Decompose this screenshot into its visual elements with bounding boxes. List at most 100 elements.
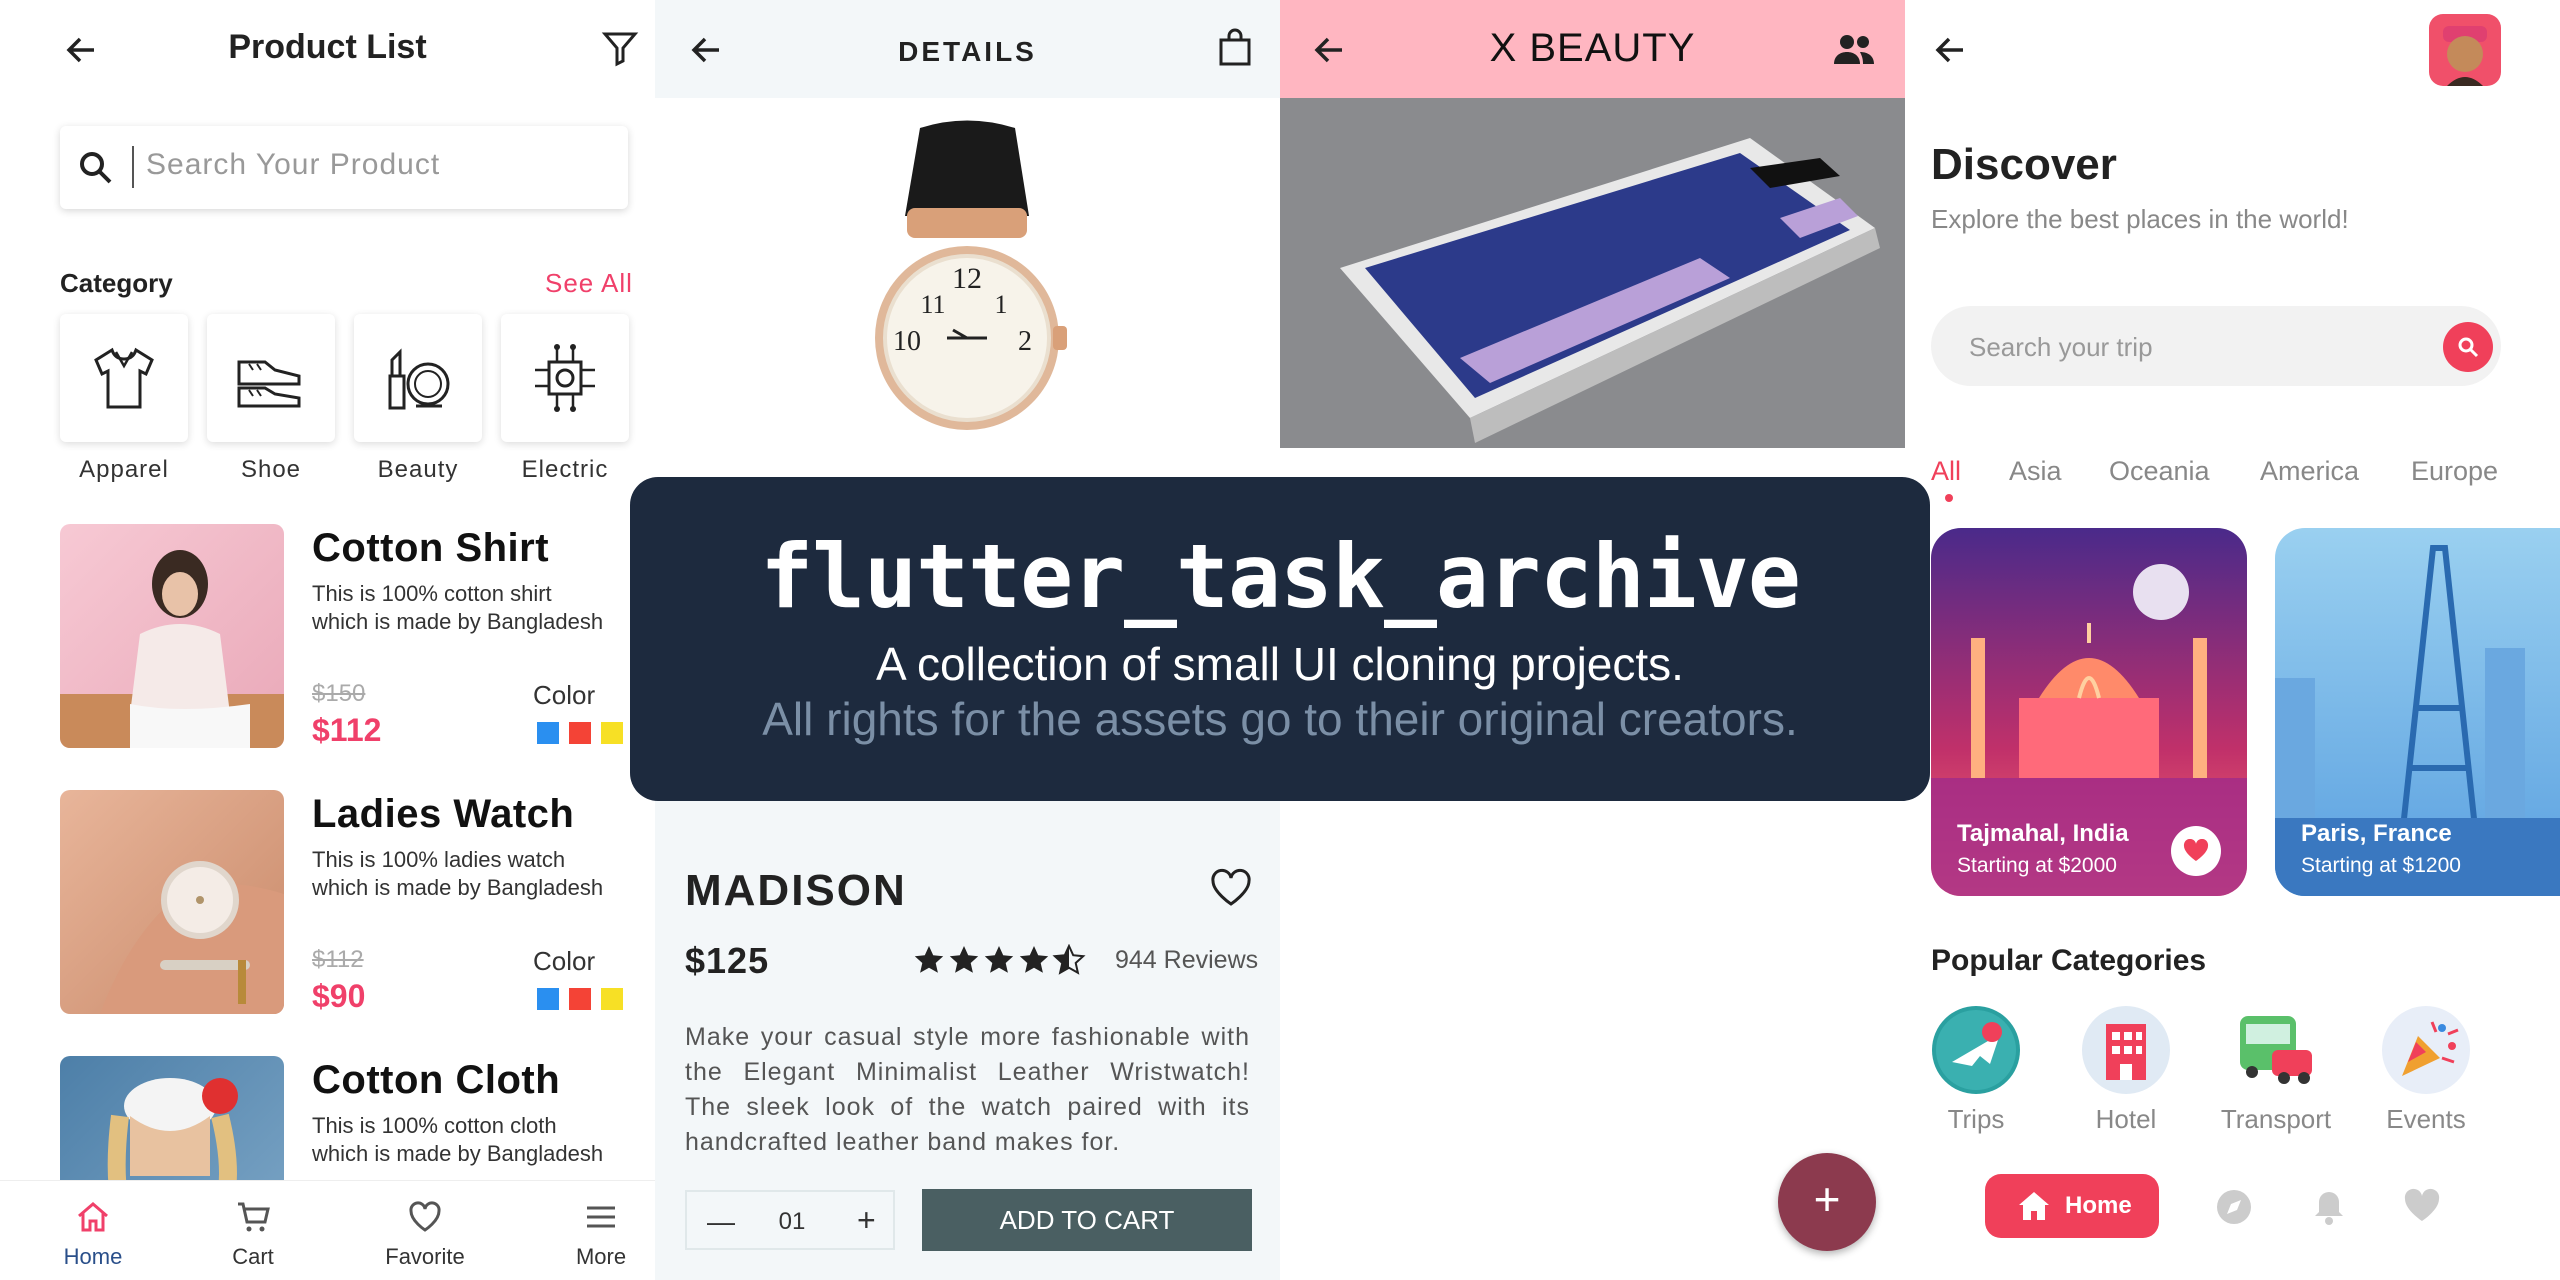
screenshot-root: Product List Search Your Product Categor…: [0, 0, 2560, 1280]
popular-trips[interactable]: [1931, 1006, 2021, 1094]
color-swatch-red[interactable]: [569, 988, 591, 1010]
bell-icon[interactable]: [2311, 1188, 2347, 1226]
chip-icon: [535, 344, 595, 412]
popular-label: Trips: [1947, 1104, 2005, 1134]
heart-outline-icon[interactable]: [1209, 868, 1253, 908]
tab-oceania[interactable]: Oceania: [2109, 456, 2210, 487]
category-beauty[interactable]: [354, 314, 482, 442]
popular-label: Hotel: [2095, 1104, 2157, 1134]
filter-icon[interactable]: [600, 28, 640, 68]
bottom-navigation: Home Cart Favorite More: [0, 1180, 655, 1280]
popular-label: Events: [2386, 1104, 2466, 1134]
page-title: X BEAUTY: [1489, 26, 1696, 70]
beauty-icon: [388, 348, 450, 410]
shoe-icon: [237, 360, 301, 408]
hotel-icon: [2082, 1006, 2170, 1094]
nav-home-button[interactable]: Home: [1985, 1174, 2159, 1238]
add-to-cart-button[interactable]: ADD TO CART: [922, 1189, 1252, 1251]
product-name[interactable]: Ladies Watch: [312, 792, 574, 837]
category-shoe[interactable]: [207, 314, 335, 442]
popular-label: Transport: [2220, 1104, 2332, 1134]
search-icon: [2458, 337, 2479, 358]
popular-transport[interactable]: [2231, 1006, 2321, 1094]
product-name: MADISON: [685, 866, 907, 915]
color-label: Color: [533, 680, 596, 710]
product-description: Make your casual style more fashionable …: [685, 1023, 1250, 1156]
review-count[interactable]: 944 Reviews: [1115, 946, 1258, 975]
destination-name: Tajmahal, India: [1957, 820, 2129, 847]
product-list-screen: Product List Search Your Product Categor…: [0, 0, 655, 1280]
text-caret: [132, 146, 134, 188]
nav-label: Cart: [232, 1244, 274, 1269]
popular-hotel[interactable]: [2081, 1006, 2171, 1094]
category-heading: Category: [60, 268, 173, 298]
popular-categories-heading: Popular Categories: [1931, 944, 2207, 977]
tab-all[interactable]: All: [1931, 456, 1961, 487]
home-icon: [78, 1202, 108, 1232]
details-header: DETAILS: [655, 0, 1280, 98]
product-image-cotton-shirt[interactable]: [60, 524, 284, 748]
cart-icon: [238, 1202, 270, 1232]
color-swatch-red[interactable]: [569, 722, 591, 744]
svg-text:1: 1: [995, 290, 1008, 319]
x-beauty-header: X BEAUTY: [1280, 0, 1905, 98]
destination-card-tajmahal[interactable]: Tajmahal, India Starting at $2000: [1931, 528, 2247, 896]
popular-events[interactable]: [2381, 1006, 2471, 1094]
shopping-bag-icon[interactable]: [1217, 28, 1253, 68]
trip-search-input[interactable]: Search your trip: [1931, 306, 2501, 386]
shirt-icon: [94, 347, 154, 409]
category-label: Beauty: [377, 456, 459, 483]
add-fab-button[interactable]: +: [1778, 1153, 1876, 1251]
menu-icon: [587, 1206, 615, 1228]
search-icon: [80, 152, 112, 184]
destination-name: Paris, France: [2301, 820, 2452, 847]
search-button[interactable]: [2443, 322, 2493, 372]
product-name[interactable]: Cotton Shirt: [312, 526, 549, 571]
heart-icon[interactable]: [2403, 1188, 2441, 1224]
search-placeholder: Search your trip: [1969, 332, 2153, 362]
category-apparel[interactable]: [60, 314, 188, 442]
svg-text:11: 11: [920, 290, 945, 319]
nav-favorite[interactable]: Favorite: [370, 1199, 480, 1270]
product-hero-image: 12 10 2 11 1: [655, 98, 1280, 478]
category-label: Electric: [521, 456, 609, 483]
see-all-link[interactable]: See All: [545, 268, 633, 299]
compass-icon[interactable]: [2215, 1188, 2253, 1226]
nav-cart[interactable]: Cart: [198, 1199, 308, 1270]
product-image-ladies-watch[interactable]: [60, 790, 284, 1014]
page-title: Product List: [228, 28, 427, 66]
discover-screen: Discover Explore the best places in the …: [1905, 0, 2560, 1280]
page-subtitle: Explore the best places in the world!: [1931, 204, 2349, 234]
tab-asia[interactable]: Asia: [2009, 456, 2062, 487]
color-swatch-yellow[interactable]: [601, 722, 623, 744]
svg-text:10: 10: [893, 326, 921, 357]
banner-title: flutter_task_archive: [760, 525, 1801, 628]
color-label: Color: [533, 946, 596, 976]
tab-america[interactable]: America: [2260, 456, 2359, 487]
color-swatch-blue[interactable]: [537, 722, 559, 744]
search-input[interactable]: Search Your Product: [60, 126, 628, 209]
color-swatch-blue[interactable]: [537, 988, 559, 1010]
star-rating: [914, 944, 1086, 975]
plus-icon[interactable]: +: [857, 1202, 876, 1239]
people-icon[interactable]: [1832, 32, 1876, 66]
category-electric[interactable]: [501, 314, 629, 442]
favorite-button[interactable]: [2171, 826, 2221, 876]
nav-more[interactable]: More: [546, 1199, 655, 1270]
destination-card-paris[interactable]: Paris, France Starting at $1200: [2275, 528, 2560, 896]
quantity-stepper: — 01 +: [685, 1190, 895, 1250]
nav-home[interactable]: Home: [38, 1199, 148, 1270]
product-name[interactable]: Cotton Cloth: [312, 1058, 560, 1103]
heart-icon: [409, 1201, 441, 1232]
airplane-icon: [1932, 1006, 2020, 1094]
tab-europe[interactable]: Europe: [2411, 456, 2498, 487]
page-title: Discover: [1931, 140, 2117, 189]
heart-icon: [2183, 839, 2209, 861]
destination-price: Starting at $1200: [2301, 854, 2461, 877]
category-label: Shoe: [240, 456, 302, 483]
svg-text:12: 12: [952, 262, 982, 295]
back-arrow-icon[interactable]: [1931, 30, 1971, 70]
avatar[interactable]: [2429, 14, 2501, 86]
product-description: This is 100% cotton shirt which is made …: [312, 581, 604, 634]
color-swatch-yellow[interactable]: [601, 988, 623, 1010]
